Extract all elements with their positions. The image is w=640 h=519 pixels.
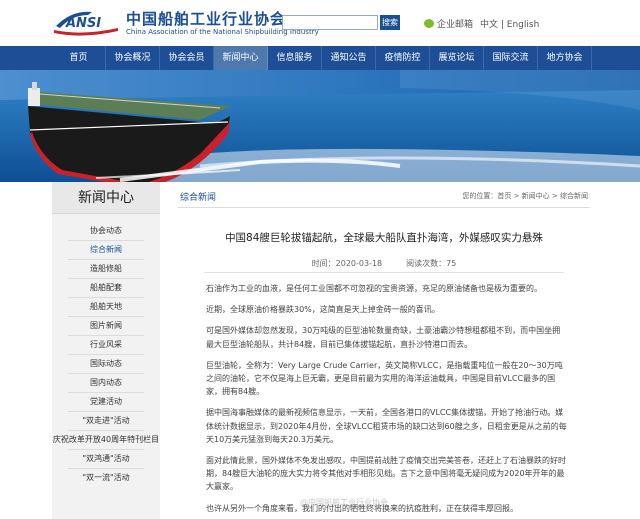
sidebar: 新闻中心 协会动态 综合新闻 造船修船 船舶配套 船舶天地 图片新闻 行业风采 … [52,182,160,519]
content-header: 综合新闻 您的位置：首页 > 新闻中心 > 综合新闻 [178,182,590,208]
main-nav: 首页 协会概况 协会会员 新闻中心 信息服务 通知公告 疫情防控 展览论坛 国际… [0,46,640,70]
sidebar-item-reform-40[interactable]: 庆祝改革开放40周年特刊栏目 [52,431,160,449]
sidebar-item-international[interactable]: 国际动态 [52,355,160,373]
sidebar-item-double-first[interactable]: "双一流"活动 [52,469,160,487]
breadcrumb-sep: > [549,192,560,200]
nav-item-info[interactable]: 信息服务 [268,46,322,70]
article-time: 时间：2020-03-18 [311,259,383,268]
article-paragraph: 巨型油轮，全称为：Very Large Crude Carrier，英文简称VL… [206,360,563,397]
sidebar-item-association-news[interactable]: 协会动态 [52,222,160,240]
breadcrumb: 您的位置：首页 > 新闻中心 > 综合新闻 [462,191,588,201]
org-name-cn: 中国船舶工业行业协会 [126,10,287,28]
nav-item-epidemic[interactable]: 疫情防控 [376,46,430,70]
enterprise-mail-label: 企业邮箱 [437,20,474,30]
nav-item-local[interactable]: 地方协会 [538,46,592,70]
nav-item-exhibitions[interactable]: 展览论坛 [430,46,484,70]
article-meta: 时间：2020-03-18 阅读次数：75 [178,258,590,269]
article-paragraph: 面对此情此景，国外媒体不免发出感叹，中国提前战胜了疫情交出完美答卷，还赶上了石油… [206,456,566,492]
nav-item-news[interactable]: 新闻中心 [214,46,268,70]
article-paragraph: 可是国外媒体却忽然发现，30万吨级的巨型油轮数量奇缺，土豪油霸沙特想租都租不到，… [206,326,561,349]
main-content: 综合新闻 您的位置：首页 > 新闻中心 > 综合新闻 中国84艘巨轮拔锚起航，全… [178,182,590,519]
sidebar-item-photo-news[interactable]: 图片新闻 [52,317,160,335]
divider [204,272,564,273]
sidebar-item-double-link[interactable]: "双鸿通"活动 [52,450,160,468]
nav-item-about[interactable]: 协会概况 [106,46,160,70]
breadcrumb-sep: > [511,192,522,200]
sidebar-item-equipment[interactable]: 船舶配套 [52,279,160,297]
article-paragraph: 石油作为工业的血液，是任何工业国都不可忽视的宝贵资源，充足的原油储备也是极为重要… [206,284,542,293]
nav-item-members[interactable]: 协会会员 [160,46,214,70]
sidebar-item-party[interactable]: 党建活动 [52,393,160,411]
mail-icon [424,19,434,28]
sidebar-item-shipbuilding[interactable]: 造船修船 [52,260,160,278]
section-title: 综合新闻 [180,193,217,203]
page: ANSI 中国船舶工业行业协会 China Association of the… [0,0,640,519]
nav-item-home[interactable]: 首页 [52,46,106,70]
nav-item-notices[interactable]: 通知公告 [322,46,376,70]
sidebar-list: 协会动态 综合新闻 造船修船 船舶配套 船舶天地 图片新闻 行业风采 国际动态 … [52,214,160,487]
search-input[interactable] [282,15,378,30]
sidebar-item-ship-world[interactable]: 船舶天地 [52,298,160,316]
article-title: 中国84艘巨轮拔锚起航，全球最大船队直扑海湾，外媒感叹实力悬殊 [225,232,543,244]
tanker-ship-image [0,70,640,182]
lang-separator: | [498,20,507,30]
hero-banner [0,70,640,182]
sidebar-item-industry-style[interactable]: 行业风采 [52,336,160,354]
cansi-logo[interactable]: ANSI [52,6,122,38]
article-body: 石油作为工业的血液，是任何工业国都不可忽视的宝贵资源，充足的原油储备也是极为重要… [206,282,568,519]
sidebar-title: 新闻中心 [52,182,160,214]
language-switch: 中文 | English [480,17,539,30]
search-button[interactable]: 搜索 [380,15,400,30]
nav-item-international[interactable]: 国际交流 [484,46,538,70]
breadcrumb-home[interactable]: 首页 [497,192,511,200]
sidebar-item-double-entry[interactable]: "双走进"活动 [52,412,160,430]
breadcrumb-prefix: 您的位置： [462,192,498,200]
watermark: @中国船舶工业行业协会 [300,498,388,507]
article-paragraph: 据中国海事融媒体的最新视频信息显示，一天前，全国各港口的VLCC集体拔锚，开始了… [206,408,567,444]
article-paragraph: 近期，全球原油价格暴跌30%，这简直是天上掉金砖一般的喜讯。 [206,305,440,315]
lang-en-link[interactable]: English [507,20,540,30]
site-header: ANSI 中国船舶工业行业协会 China Association of the… [0,0,640,46]
article-views: 阅读次数：75 [406,259,457,268]
sidebar-item-general-news[interactable]: 综合新闻 [52,241,160,259]
lang-cn-link[interactable]: 中文 [480,20,498,30]
sidebar-item-domestic[interactable]: 国内动态 [52,374,160,392]
breadcrumb-current[interactable]: 综合新闻 [560,192,588,200]
svg-text:ANSI: ANSI [65,16,101,31]
enterprise-mail-link[interactable]: 企业邮箱 [424,17,473,30]
breadcrumb-news-center[interactable]: 新闻中心 [522,192,550,200]
